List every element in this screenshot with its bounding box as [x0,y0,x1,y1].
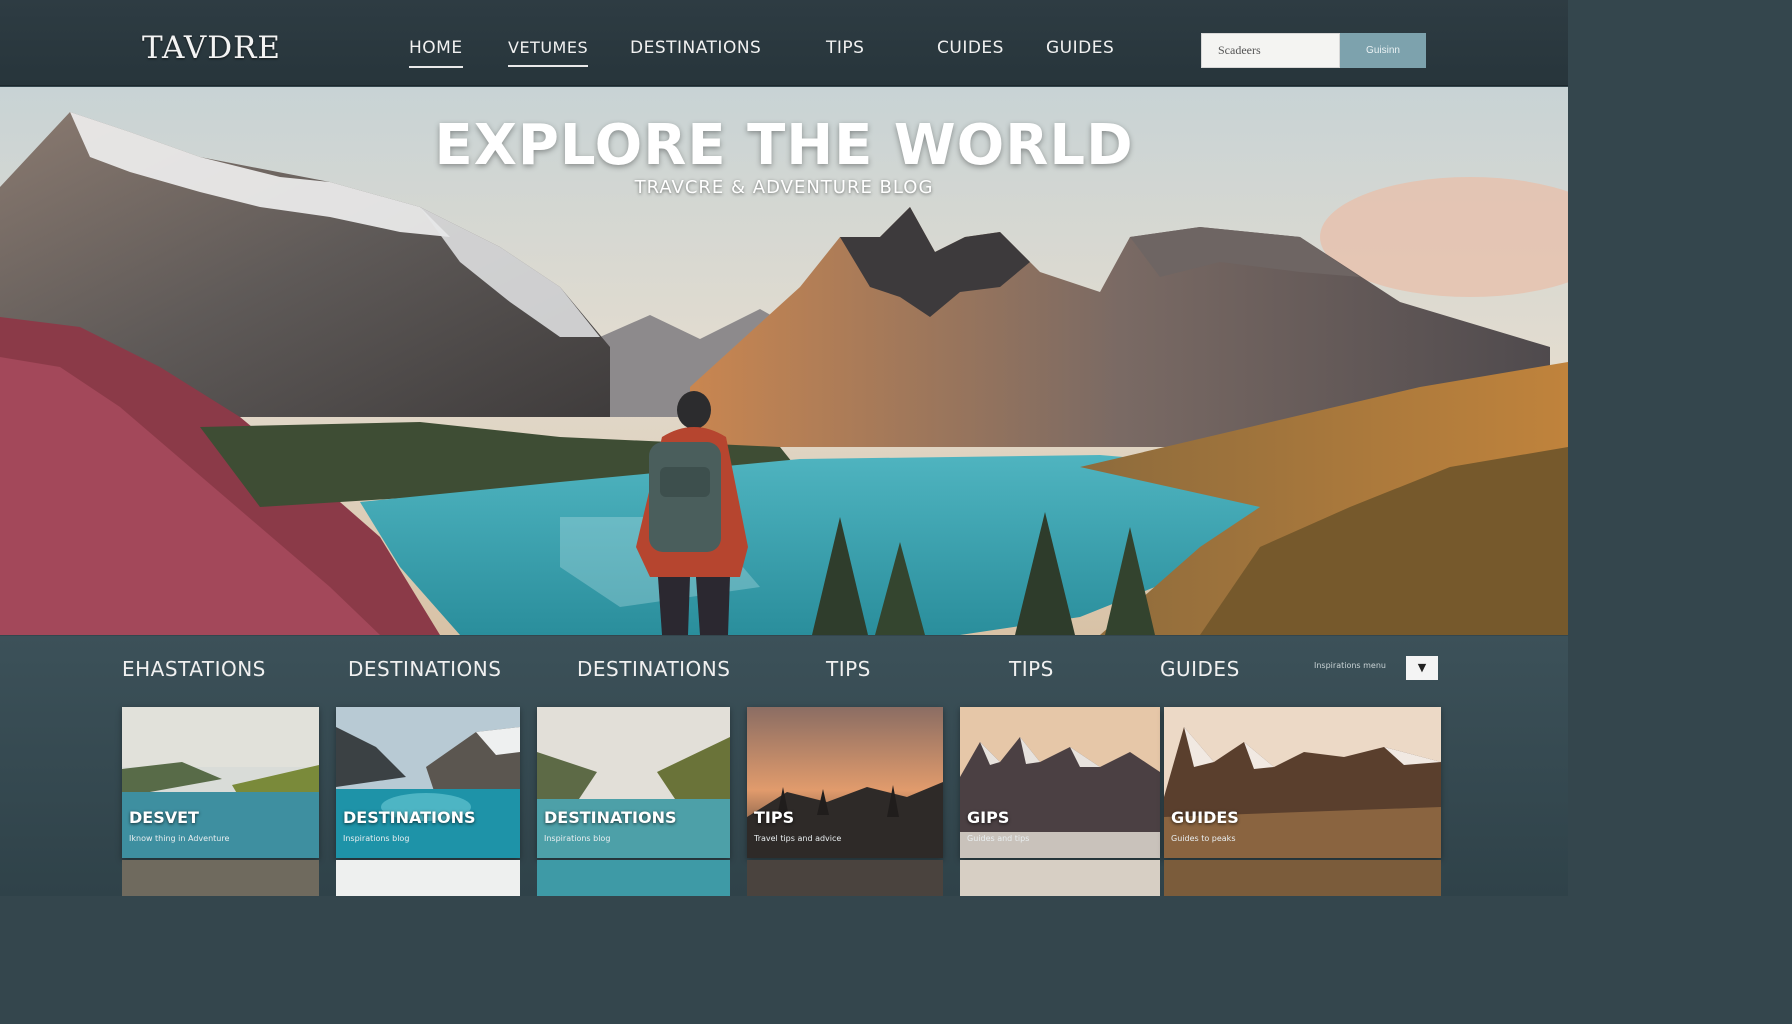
category-link-tips-2[interactable]: TIPS [1009,657,1054,681]
card-caption: Travel tips and advice [754,834,842,843]
chevron-down-icon[interactable]: ▼ [1406,656,1438,680]
card-lower-1[interactable] [122,860,319,896]
card-destinations-1[interactable]: DESTINATIONS Inspirations blog [336,707,520,858]
card-desvet[interactable]: DESVET Iknow thing in Adventure [122,707,319,858]
card-title: GUIDES [1171,808,1239,827]
card-title: DESTINATIONS [343,808,476,827]
nav-home[interactable]: HOME [409,38,463,68]
category-link-ehastations[interactable]: EHASTATIONS [122,657,266,681]
hero-subtitle: TRAVCRE & ADVENTURE BLOG [634,177,934,198]
nav-guides[interactable]: GUIDES [1046,38,1114,58]
nav-destinations[interactable]: DESTINATIONS [630,38,761,58]
card-lower-3[interactable] [537,860,730,896]
hero-banner: EXPLORE THE WORLD TRAVCRE & ADVENTURE BL… [0,87,1568,635]
nav-vetumes[interactable]: VETUMES [508,38,589,67]
card-guides[interactable]: GUIDES Guides to peaks [1164,707,1441,858]
card-lower-5[interactable] [960,860,1160,896]
category-filter-dropdown[interactable]: Inspirations menu ▼ [1310,656,1438,680]
card-tips[interactable]: TIPS Travel tips and advice [747,707,943,858]
search-button[interactable]: Guisinn [1340,33,1426,68]
card-lower-6[interactable] [1164,860,1441,896]
card-caption: Inspirations blog [343,834,410,843]
card-title: GIPS [967,808,1010,827]
category-link-destinations-2[interactable]: DESTINATIONS [577,657,730,681]
card-caption: Inspirations blog [544,834,611,843]
card-lower-4[interactable] [747,860,943,896]
card-title: DESTINATIONS [544,808,677,827]
nav-cuides[interactable]: CUIDES [937,38,1004,58]
category-link-guides[interactable]: GUIDES [1160,657,1240,681]
search-input[interactable]: Scadeers [1201,33,1340,68]
card-title: DESVET [129,808,199,827]
nav-tips[interactable]: TIPS [826,38,864,58]
site-logo[interactable]: TAVDRE [142,30,281,66]
top-navigation-bar: TAVDRE HOME VETUMES DESTINATIONS TIPS CU… [0,0,1568,86]
card-lower-2[interactable] [336,860,520,896]
category-link-destinations[interactable]: DESTINATIONS [348,657,501,681]
card-caption: Guides and tips [967,834,1030,843]
card-caption: Guides to peaks [1171,834,1236,843]
card-title: TIPS [754,808,795,827]
hero-title: EXPLORE THE WORLD [434,113,1134,178]
card-caption: Iknow thing in Adventure [129,834,230,843]
category-link-tips[interactable]: TIPS [826,657,871,681]
card-gips[interactable]: GIPS Guides and tips [960,707,1160,858]
card-destinations-2[interactable]: DESTINATIONS Inspirations blog [537,707,730,858]
category-filter-label: Inspirations menu [1314,661,1386,670]
